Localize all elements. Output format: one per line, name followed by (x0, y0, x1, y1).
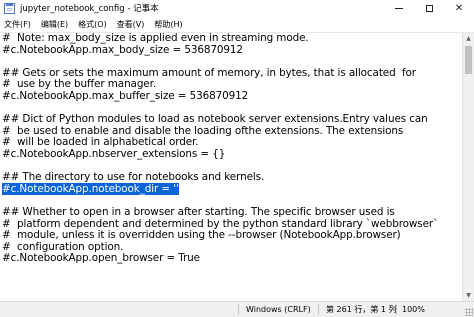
status-encoding: Windows (CRLF) (246, 305, 311, 314)
status-divider (238, 304, 239, 315)
menu-edit[interactable]: 编辑(E) (36, 19, 73, 30)
text-line: #c.NotebookApp.nbserver_extensions = {} (2, 147, 226, 160)
text-editor[interactable]: # Note: max_body_size is applied even in… (0, 33, 462, 301)
scrollbar-thumb[interactable] (465, 46, 472, 74)
text-line: ## Dict of Python modules to load as not… (2, 113, 428, 126)
vertical-scrollbar[interactable]: ▲ ▼ (462, 33, 474, 301)
maximize-button[interactable] (414, 0, 444, 16)
text-line: #c.NotebookApp.max_body_size = 536870912 (2, 43, 243, 56)
scroll-up-arrow-icon[interactable]: ▲ (463, 33, 474, 44)
text-line: ## The directory to use for notebooks an… (2, 171, 265, 184)
status-cursor-position: 第 261 行，第 1 列 (326, 305, 397, 314)
text-line: # module, unless it is overridden using … (2, 229, 401, 242)
text-line (0, 276, 462, 288)
selected-text-line[interactable]: #c.NotebookApp.notebook_dir = '' (0, 182, 462, 196)
text-line (0, 288, 462, 300)
menu-format[interactable]: 格式(O) (73, 19, 112, 30)
menu-help[interactable]: 帮助(H) (149, 19, 187, 30)
text-line: # Note: max_body_size is applied even in… (2, 33, 309, 44)
menu-view[interactable]: 查看(V) (112, 19, 150, 30)
close-button[interactable]: ✕ (444, 0, 474, 16)
text-line: #c.NotebookApp.max_buffer_size = 5368709… (2, 89, 249, 102)
maximize-icon (425, 4, 433, 12)
text-line (0, 265, 462, 277)
text-line: ## Whether to open in a browser after st… (2, 205, 395, 218)
menu-file[interactable]: 文件(F) (0, 19, 36, 30)
title-bar: jupyter_notebook_config - 记事本 ✕ (0, 0, 474, 17)
status-bar: Windows (CRLF) 第 261 行，第 1 列 100% (0, 301, 474, 317)
text-line: #c.NotebookApp.open_browser = True (2, 252, 200, 265)
window-controls: ✕ (384, 0, 474, 16)
status-divider (396, 304, 397, 315)
minimize-icon (395, 7, 403, 9)
window-title: jupyter_notebook_config - 记事本 (20, 4, 159, 14)
scroll-down-arrow-icon[interactable]: ▼ (463, 290, 474, 301)
text-selection[interactable]: #c.NotebookApp.notebook_dir = '' (2, 182, 179, 195)
resize-grip-icon[interactable] (465, 308, 473, 316)
minimize-button[interactable] (384, 0, 414, 16)
status-zoom: 100% (402, 305, 425, 314)
menu-bar: 文件(F) 编辑(E) 格式(O) 查看(V) 帮助(H) (0, 16, 474, 33)
notepad-icon (4, 2, 15, 14)
status-divider (318, 304, 319, 315)
close-icon: ✕ (454, 2, 464, 14)
